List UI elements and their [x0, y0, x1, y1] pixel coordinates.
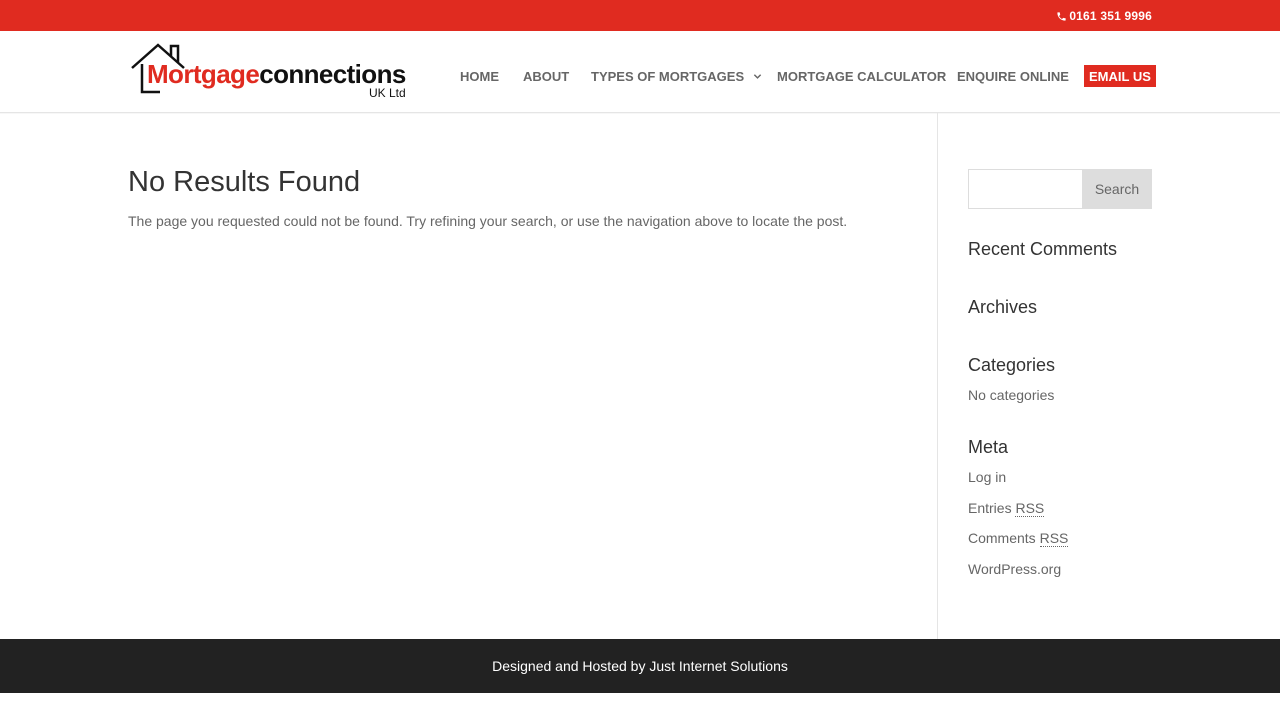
recent-comments-heading: Recent Comments	[968, 239, 1118, 259]
comments-rss-abbr: RSS	[1039, 530, 1069, 547]
nav-enquire-online[interactable]: ENQUIRE ONLINE	[957, 65, 1069, 87]
search-button[interactable]: Search	[1082, 169, 1152, 209]
meta-wordpress-link[interactable]: WordPress.org	[968, 562, 1061, 576]
entries-rss-abbr: RSS	[1015, 500, 1045, 517]
site-footer: Designed and Hosted by Just Internet Sol…	[0, 639, 1280, 693]
archives-heading: Archives	[968, 297, 1038, 317]
nav-types-of-mortgages[interactable]: TYPES OF MORTGAGES	[591, 65, 762, 87]
nav-home[interactable]: HOME	[460, 65, 499, 87]
nav-mortgage-calculator[interactable]: MORTGAGE CALCULATOR	[777, 65, 946, 87]
page-title: No Results Found	[128, 166, 361, 198]
top-bar: 0161 351 9996	[0, 0, 1280, 31]
search-form: Search	[968, 169, 1152, 209]
sidebar-divider	[937, 113, 938, 639]
meta-comments-rss-link[interactable]: Comments RSS	[968, 530, 1069, 547]
footer-credit: Designed and Hosted by Just Internet Sol…	[492, 658, 788, 674]
site-header: Mortgageconnections UK Ltd HOME ABOUT TY…	[0, 31, 1280, 113]
phone-number: 0161 351 9996	[1069, 9, 1152, 23]
logo-subtitle: UK Ltd	[369, 86, 406, 100]
no-categories-text: No categories	[968, 387, 1055, 403]
not-found-message: The page you requested could not be foun…	[128, 213, 848, 229]
categories-heading: Categories	[968, 355, 1056, 375]
main-navigation: HOME ABOUT TYPES OF MORTGAGES MORTGAGE C…	[0, 65, 1280, 87]
meta-heading: Meta	[968, 437, 1009, 457]
phone-link[interactable]: 0161 351 9996	[1056, 8, 1152, 24]
nav-about[interactable]: ABOUT	[523, 65, 569, 87]
meta-login-link[interactable]: Log in	[968, 470, 1006, 484]
phone-icon	[1057, 11, 1066, 21]
comments-rss-prefix: Comments	[968, 530, 1040, 546]
nav-types-of-mortgages-label: TYPES OF MORTGAGES	[591, 68, 745, 84]
meta-entries-rss-link[interactable]: Entries RSS	[968, 500, 1045, 517]
entries-rss-prefix: Entries	[968, 500, 1016, 516]
nav-email-us-button[interactable]: EMAIL US	[1084, 65, 1156, 87]
chevron-down-icon	[753, 73, 762, 79]
search-input[interactable]	[968, 169, 1083, 209]
page-content: No Results Found The page you requested …	[0, 113, 1280, 639]
